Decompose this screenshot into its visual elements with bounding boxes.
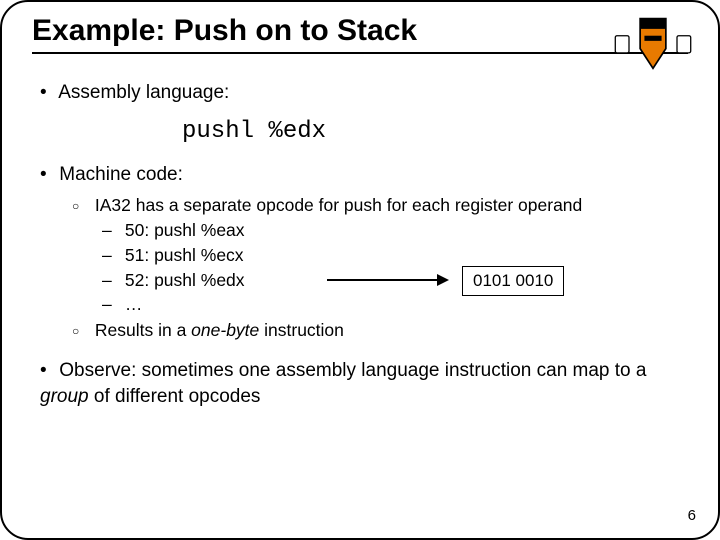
observe-post: of different opcodes — [89, 386, 261, 407]
subbullet-result: ○ Results in a one-byte instruction — [72, 319, 688, 343]
code-pushl: pushl %edx — [182, 116, 688, 148]
binary-box: 0101 0010 — [462, 266, 564, 297]
bullet-icon: • — [40, 80, 54, 106]
dash-icon: – — [102, 219, 120, 243]
slide-body: • Assembly language: pushl %edx • Machin… — [2, 60, 718, 410]
slide-title: Example: Push on to Stack — [32, 14, 688, 48]
opcode-52-text: 52: pushl %edx — [125, 270, 245, 290]
circle-icon: ○ — [72, 198, 90, 214]
bullet-machine-label: Machine code: — [59, 164, 183, 185]
subbullet-ia32-text: IA32 has a separate opcode for push for … — [95, 195, 582, 215]
dash-icon: – — [102, 269, 120, 293]
opcode-ellipsis-text: … — [125, 294, 143, 314]
slide-frame: Example: Push on to Stack • Assembly lan… — [0, 0, 720, 540]
princeton-logo — [608, 10, 698, 70]
bullet-icon: • — [40, 358, 54, 384]
result-post: instruction — [259, 320, 344, 340]
page-number: 6 — [688, 507, 696, 524]
bullet-machine: • Machine code: — [40, 162, 688, 188]
subbullet-ia32: ○ IA32 has a separate opcode for push fo… — [72, 194, 688, 218]
bullet-assembly-label: Assembly language: — [58, 82, 229, 103]
observe-pre: Observe: sometimes one assembly language… — [59, 360, 646, 381]
dash-icon: – — [102, 244, 120, 268]
dash-icon: – — [102, 293, 120, 317]
opcode-51-text: 51: pushl %ecx — [125, 245, 244, 265]
opcode-50: – 50: pushl %eax — [102, 219, 688, 243]
opcode-50-text: 50: pushl %eax — [125, 220, 245, 240]
opcode-ellipsis: – … — [102, 293, 688, 317]
result-pre: Results in a — [95, 320, 191, 340]
opcode-51: – 51: pushl %ecx — [102, 244, 688, 268]
bullet-assembly: • Assembly language: — [40, 80, 688, 106]
arrow-icon — [327, 279, 447, 281]
title-underline — [32, 52, 688, 54]
bullet-observe: • Observe: sometimes one assembly langua… — [40, 358, 688, 409]
opcode-52: – 52: pushl %edx 0101 0010 — [102, 269, 688, 293]
result-em: one-byte — [191, 320, 259, 340]
bullet-icon: • — [40, 162, 54, 188]
observe-em: group — [40, 386, 89, 407]
circle-icon: ○ — [72, 323, 90, 339]
